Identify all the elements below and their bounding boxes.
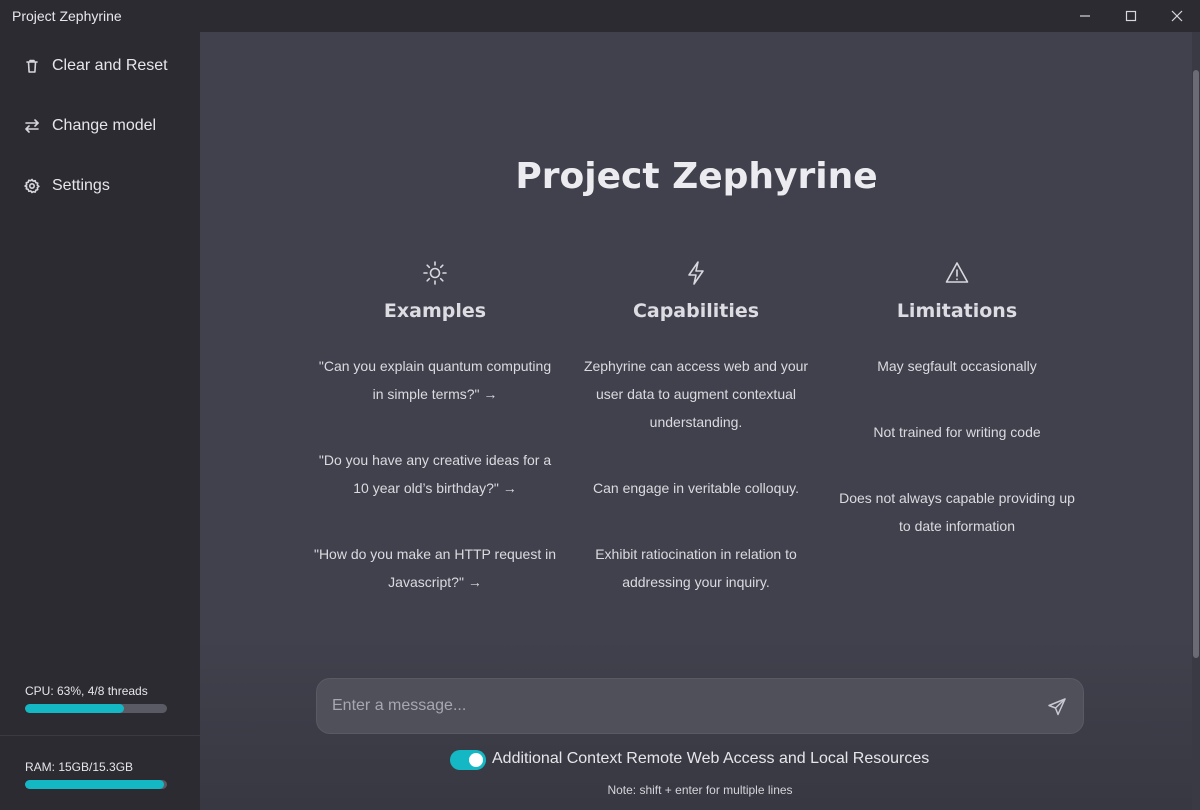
limitation-item: Does not always capable providing up to … — [839, 490, 1075, 534]
capability-item: Can engage in veritable colloquy. — [593, 480, 799, 496]
sun-icon — [305, 260, 565, 286]
limitation-item: Not trained for writing code — [873, 424, 1041, 440]
minimize-icon — [1080, 15, 1090, 17]
main-panel: Project Zephyrine Examples "Can you expl… — [200, 32, 1200, 810]
sidebar-item-clear-reset[interactable]: Clear and Reset — [0, 44, 200, 88]
scrollbar-thumb[interactable] — [1193, 70, 1199, 658]
sidebar-item-change-model[interactable]: Change model — [0, 104, 200, 148]
additional-context-label: Additional Context Remote Web Access and… — [492, 750, 930, 767]
limitations-title: Limitations — [896, 300, 1018, 322]
capabilities-title: Capabilities — [632, 300, 760, 322]
toggle-knob — [469, 753, 483, 767]
example-prompt[interactable]: "Can you explain quantum computing in si… — [305, 352, 565, 408]
trash-icon — [24, 58, 40, 74]
cpu-usage-bar — [25, 704, 167, 713]
close-icon — [1171, 10, 1183, 22]
maximize-button[interactable] — [1108, 0, 1154, 32]
message-box — [316, 678, 1084, 734]
capabilities-column: Capabilities Zephyrine can access web an… — [566, 260, 826, 634]
close-button[interactable] — [1154, 0, 1200, 32]
page-title: Project Zephyrine — [515, 156, 878, 197]
lightning-icon — [566, 260, 826, 286]
title-bar: Project Zephyrine — [0, 0, 1200, 32]
capability-item: Exhibit ratiocination in relation to add… — [595, 546, 797, 590]
scrollbar[interactable] — [1192, 32, 1200, 810]
cpu-usage-fill — [25, 704, 125, 713]
window-title: Project Zephyrine — [12, 8, 122, 24]
ram-usage-text: RAM: 15GB/15.3GB — [25, 760, 134, 774]
sidebar-item-label: Clear and Reset — [52, 57, 168, 74]
warning-triangle-icon — [827, 260, 1087, 286]
maximize-icon — [1125, 10, 1137, 22]
sidebar-divider — [0, 735, 200, 736]
examples-column: Examples "Can you explain quantum comput… — [305, 260, 565, 634]
example-prompt[interactable]: "How do you make an HTTP request in Java… — [305, 540, 565, 596]
capability-item: Zephyrine can access web and your user d… — [583, 358, 809, 430]
additional-context-toggle[interactable] — [450, 750, 486, 770]
send-button[interactable] — [1047, 697, 1067, 717]
sidebar-item-settings[interactable]: Settings — [0, 164, 200, 208]
examples-title: Examples — [383, 300, 487, 322]
send-icon — [1048, 698, 1066, 716]
gear-icon — [24, 178, 40, 194]
message-input[interactable] — [332, 679, 1032, 733]
ram-usage-fill — [25, 780, 165, 789]
input-hint-note: Note: shift + enter for multiple lines — [607, 783, 793, 797]
limitation-item: May segfault occasionally — [877, 358, 1037, 374]
sidebar: Clear and Reset Change model Settings CP… — [0, 32, 200, 810]
cpu-usage-text: CPU: 63%, 4/8 threads — [25, 684, 148, 698]
sidebar-item-label: Settings — [52, 177, 110, 194]
minimize-button[interactable] — [1062, 0, 1108, 32]
swap-arrows-icon — [24, 118, 40, 134]
limitations-column: Limitations May segfault occasionally No… — [827, 260, 1087, 578]
ram-usage-bar — [25, 780, 167, 789]
example-prompt[interactable]: "Do you have any creative ideas for a 10… — [305, 446, 565, 502]
sidebar-item-label: Change model — [52, 117, 157, 134]
